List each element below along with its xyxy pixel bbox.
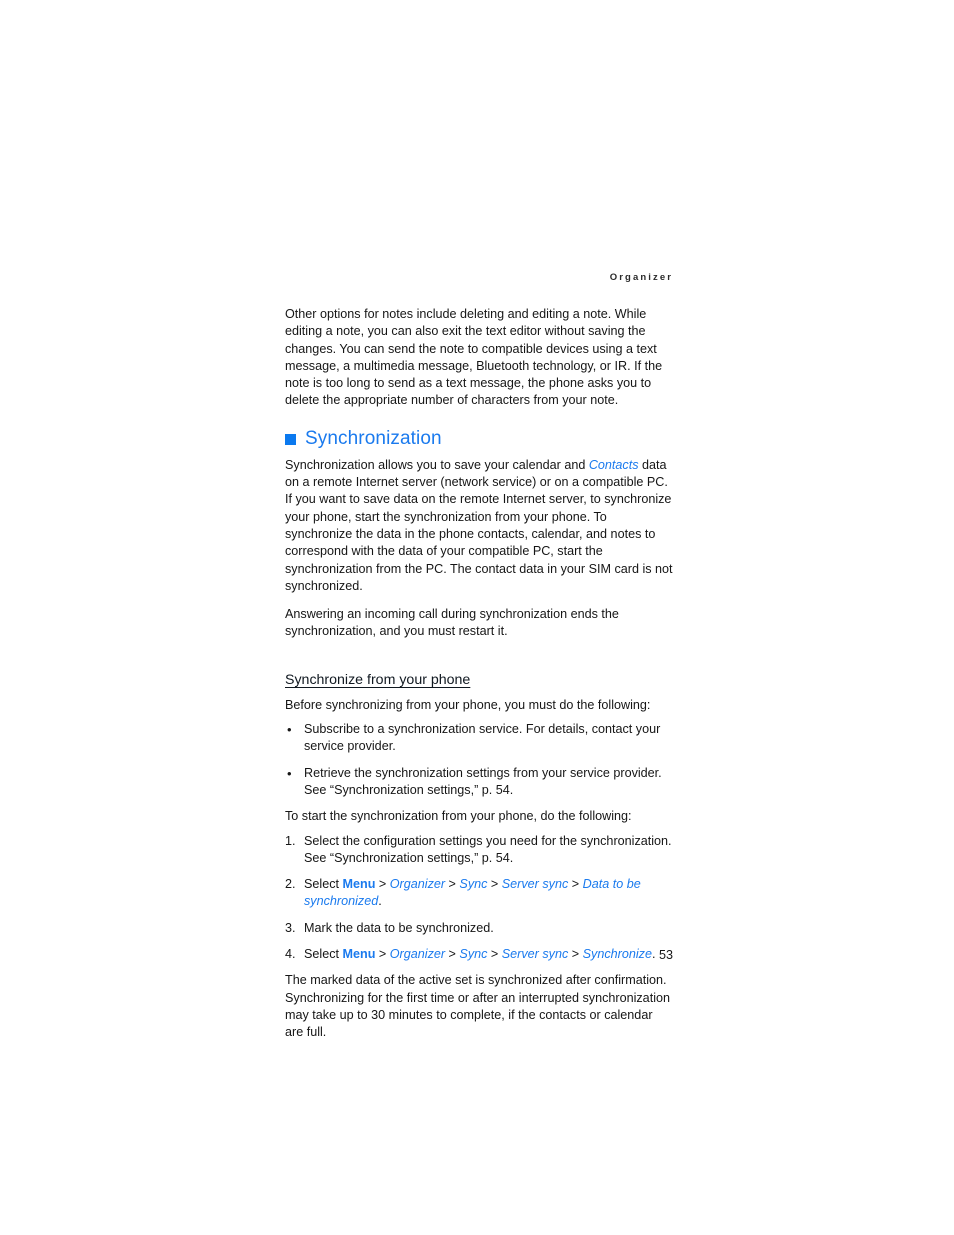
menu-path-segment: Organizer <box>389 877 446 892</box>
menu-path-segment: Sync <box>459 877 488 892</box>
list-item: • Retrieve the synchronization settings … <box>285 765 673 800</box>
list-item: 3. Mark the data to be synchronized. <box>285 920 673 937</box>
contacts-term: Contacts <box>588 457 639 472</box>
intro-paragraph: Other options for notes include deleting… <box>285 307 663 408</box>
step-number: 2. <box>285 877 296 892</box>
step-text: Mark the data to be synchronized. <box>304 920 494 935</box>
step-text: Select the configuration settings you ne… <box>304 833 672 865</box>
section-heading-label: Synchronization <box>305 427 442 449</box>
subsection-heading-wrap: Synchronize from your phone <box>285 652 673 697</box>
path-trailing-punctuation: . <box>378 894 382 909</box>
path-separator: > <box>568 877 583 892</box>
synchronization-steps-list: 1. Select the configuration settings you… <box>285 833 673 964</box>
bullet-marker-icon: • <box>287 765 292 781</box>
steps-intro-paragraph: To start the synchronization from your p… <box>285 809 632 824</box>
list-item-text: Retrieve the synchronization settings fr… <box>304 765 662 797</box>
step-number: 3. <box>285 920 296 935</box>
bullet-marker-icon: • <box>287 722 292 738</box>
paragraph-1-text-tail: data on a remote Internet server (networ… <box>285 457 673 593</box>
path-separator: > <box>445 877 460 892</box>
section-paragraph-1: Synchronization allows you to save your … <box>285 457 673 595</box>
step-number: 1. <box>285 833 296 848</box>
menu-path: Menu > Organizer > Sync > Server sync > … <box>304 877 641 908</box>
paragraph-1-text-lead: Synchronization allows you to save your … <box>285 457 589 472</box>
closing-paragraph: The marked data of the active set is syn… <box>285 973 670 1040</box>
path-separator: > <box>375 877 390 892</box>
section-heading-synchronization: Synchronization <box>285 428 673 449</box>
menu-path-segment: Server sync <box>501 877 569 892</box>
page-content-column: Organizer Other options for notes includ… <box>285 272 673 1053</box>
list-item: • Subscribe to a synchronization service… <box>285 721 673 756</box>
step-lead: Select <box>304 877 343 892</box>
path-separator: > <box>487 877 502 892</box>
list-item: 2. Select Menu > Organizer > Sync > Serv… <box>285 876 673 911</box>
subsection-intro-paragraph: Before synchronizing from your phone, yo… <box>285 697 651 712</box>
section-paragraph-2: Answering an incoming call during synchr… <box>285 607 619 639</box>
menu-path-segment: Menu <box>342 877 376 892</box>
page-number: 53 <box>658 948 673 962</box>
subsection-heading-synchronize-from-your-phone: Synchronize from your phone <box>285 671 471 688</box>
blue-square-bullet-icon <box>285 433 296 445</box>
list-item: 1. Select the configuration settings you… <box>285 833 673 868</box>
manual-page: Organizer Other options for notes includ… <box>0 0 954 1235</box>
list-item-text: Subscribe to a synchronization service. … <box>304 722 661 754</box>
running-header: Organizer <box>609 272 673 283</box>
step-text: Select Menu > Organizer > Sync > Server … <box>304 877 641 908</box>
prerequisites-bullet-list: • Subscribe to a synchronization service… <box>285 721 673 799</box>
